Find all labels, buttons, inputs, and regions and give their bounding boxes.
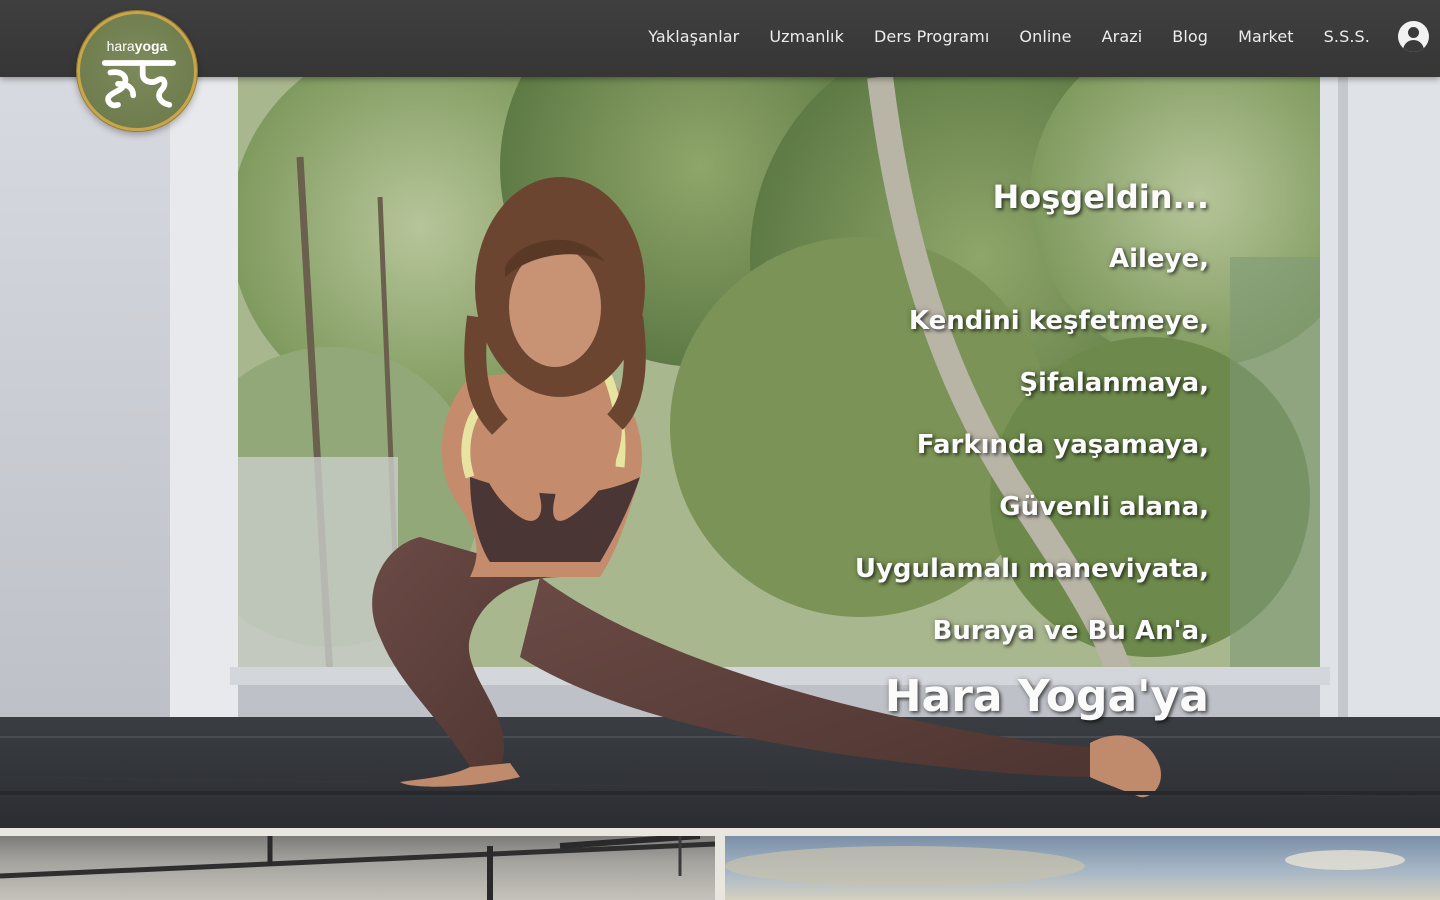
hero-line: Kendini keşfetmeye, <box>908 306 1209 336</box>
hero-brand: Hara Yoga'ya <box>884 671 1209 722</box>
site-logo[interactable]: harayoga <box>77 11 197 131</box>
nav-arazi[interactable]: Arazi <box>1102 27 1143 46</box>
nav-uzmanlik[interactable]: Uzmanlık <box>769 27 844 46</box>
hero-banner: Hoşgeldin... Aileye, Kendini keşfetmeye,… <box>0 77 1440 828</box>
nav-online[interactable]: Online <box>1019 27 1071 46</box>
nav-market[interactable]: Market <box>1238 27 1294 46</box>
hero-line: Şifalanmaya, <box>1019 368 1209 398</box>
nav-ders-programi[interactable]: Ders Programı <box>874 27 989 46</box>
hero-photo-yoga-practitioner <box>0 77 1440 828</box>
landscape-photo <box>725 846 1405 886</box>
hero-line: Farkında yaşamaya, <box>916 430 1209 460</box>
site-header: Yaklaşanlar Uzmanlık Ders Programı Onlin… <box>0 0 1440 77</box>
account-body-shape <box>1403 39 1424 52</box>
hero-line: Uygulamalı maneviyata, <box>854 554 1209 584</box>
nav-blog[interactable]: Blog <box>1172 27 1208 46</box>
studio-photo <box>0 836 715 900</box>
logo-devanagari-glyph <box>101 60 176 109</box>
gallery-tile-studio[interactable] <box>0 836 715 900</box>
welcome-text-block: Hoşgeldin... Aileye, Kendini keşfetmeye,… <box>855 177 1209 725</box>
hero-line: Aileye, <box>1108 244 1209 274</box>
hero-title: Hoşgeldin... <box>992 178 1209 216</box>
gallery-strip <box>0 828 1440 900</box>
account-head-shape <box>1408 26 1419 38</box>
hero-line: Buraya ve Bu An'a, <box>932 616 1209 646</box>
nav-yaklasanlar[interactable]: Yaklaşanlar <box>648 27 739 46</box>
main-nav: Yaklaşanlar Uzmanlık Ders Programı Onlin… <box>618 0 1440 72</box>
account-icon[interactable] <box>1398 20 1429 52</box>
nav-sss[interactable]: S.S.S. <box>1324 27 1370 46</box>
hero-line: Güvenli alana, <box>999 492 1209 522</box>
gallery-tile-landscape[interactable] <box>725 836 1440 900</box>
